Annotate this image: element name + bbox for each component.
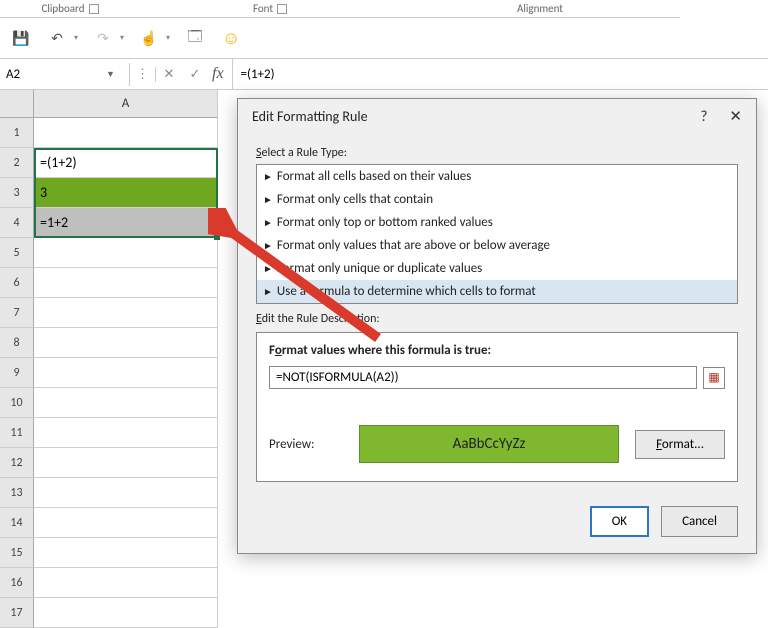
row-header[interactable]: 1 <box>0 118 34 148</box>
row-header[interactable]: 8 <box>0 328 34 358</box>
rule-type-list[interactable]: ►Format all cells based on their values … <box>256 164 738 304</box>
select-rule-type-label: Select a Rule Type: <box>256 146 738 160</box>
bullet-icon: ► <box>263 193 273 206</box>
bullet-icon: ► <box>263 239 273 252</box>
edit-formatting-rule-dialog: Edit Formatting Rule ? ✕ Select a Rule T… <box>237 98 757 554</box>
bullet-icon: ► <box>263 216 273 229</box>
cell-A13[interactable] <box>34 478 218 508</box>
formula-input[interactable] <box>269 366 697 389</box>
row-header[interactable]: 3 <box>0 178 34 208</box>
cell-A15[interactable] <box>34 538 218 568</box>
launcher-icon[interactable] <box>277 4 287 14</box>
cell-A8[interactable] <box>34 328 218 358</box>
column-header-A[interactable]: A <box>34 90 218 118</box>
rule-type-item[interactable]: ► Format only top or bottom ranked values <box>257 211 737 234</box>
cell-A4[interactable]: =1+2 <box>34 208 218 238</box>
rule-description-box: Format values where this formula is true… <box>256 332 738 482</box>
fx-separator: ⋮ <box>130 67 156 82</box>
cell-A12[interactable] <box>34 448 218 478</box>
row-header[interactable]: 15 <box>0 538 34 568</box>
rule-type-label: Format only values that are above or bel… <box>277 238 550 253</box>
launcher-icon[interactable] <box>89 4 99 14</box>
enter-check-icon[interactable]: ✓ <box>182 67 208 82</box>
fx-label-icon[interactable]: fx <box>208 59 233 89</box>
rule-type-label: Format only top or bottom ranked values <box>277 215 493 230</box>
range-picker-icon[interactable]: ▦ <box>703 367 725 389</box>
touch-mode-icon[interactable]: ☝ <box>138 27 160 49</box>
rule-type-label: Use a formula to determine which cells t… <box>277 284 536 299</box>
feedback-smiley-icon[interactable]: ☺ <box>220 27 242 49</box>
group-font: Font <box>253 2 273 15</box>
bullet-icon: ► <box>263 285 273 298</box>
row-header[interactable]: 11 <box>0 418 34 448</box>
row-header[interactable]: 13 <box>0 478 34 508</box>
bullet-icon: ► <box>263 170 273 183</box>
row-header[interactable]: 10 <box>0 388 34 418</box>
cancel-button[interactable]: Cancel <box>661 506 738 537</box>
calendar-icon[interactable]: 🗔 <box>184 27 206 49</box>
cell-A2[interactable]: =(1+2) <box>34 148 218 178</box>
row-header[interactable]: 2 <box>0 148 34 178</box>
row-header[interactable]: 6 <box>0 268 34 298</box>
cancel-x-icon[interactable]: ✕ <box>156 67 182 82</box>
row-header[interactable]: 14 <box>0 508 34 538</box>
row-header[interactable]: 17 <box>0 598 34 628</box>
format-button[interactable]: Format... <box>635 430 725 459</box>
select-all-corner[interactable] <box>0 90 34 118</box>
name-box[interactable]: ▼ <box>0 63 130 86</box>
cell-A6[interactable] <box>34 268 218 298</box>
help-icon[interactable]: ? <box>700 108 707 126</box>
save-icon[interactable]: 💾 <box>10 27 32 49</box>
formula-bar-input[interactable] <box>233 63 768 86</box>
group-clipboard: Clipboard <box>41 2 84 15</box>
cell-A16[interactable] <box>34 568 218 598</box>
namebox-dropdown-icon[interactable]: ▼ <box>100 69 121 80</box>
cell-A10[interactable] <box>34 388 218 418</box>
bullet-icon: ► <box>263 262 273 275</box>
name-box-input[interactable] <box>0 63 100 86</box>
rule-type-item[interactable]: ► Format only unique or duplicate values <box>257 257 737 280</box>
cell-A5[interactable] <box>34 238 218 268</box>
formula-bar-row: ▼ ⋮ ✕ ✓ fx <box>0 58 768 90</box>
cell-A17[interactable] <box>34 598 218 628</box>
row-header[interactable]: 9 <box>0 358 34 388</box>
row-header[interactable]: 7 <box>0 298 34 328</box>
formula-criteria-title: Format values where this formula is true… <box>269 343 725 358</box>
undo-split-icon[interactable]: ▾ <box>74 33 78 43</box>
quick-access-toolbar: 💾 ↶ ▾ ↷ ▾ ☝ ▾ 🗔 ☺ <box>0 18 768 58</box>
preview-swatch: AaBbCcYyZz <box>359 425 619 463</box>
row-header[interactable]: 16 <box>0 568 34 598</box>
edit-rule-description-label: Edit the Rule Description: <box>256 312 738 326</box>
rule-type-item[interactable]: ► Format all cells based on their values <box>257 165 737 188</box>
group-alignment: Alignment <box>517 2 563 15</box>
undo-icon[interactable]: ↶ <box>46 27 68 49</box>
cell-A9[interactable] <box>34 358 218 388</box>
touch-split-icon[interactable]: ▾ <box>166 33 170 43</box>
rule-type-item[interactable]: ► Format only values that are above or be… <box>257 234 737 257</box>
redo-split-icon: ▾ <box>120 33 124 43</box>
rule-type-item[interactable]: ► Format only cells that contain <box>257 188 737 211</box>
preview-label: Preview: <box>269 437 343 452</box>
rule-type-label: Format only cells that contain <box>277 192 433 207</box>
cell-A3[interactable]: 3 <box>34 178 218 208</box>
rule-type-item[interactable]: ► Use a formula to determine which cells … <box>257 280 737 303</box>
dialog-title: Edit Formatting Rule <box>252 108 368 125</box>
cell-A14[interactable] <box>34 508 218 538</box>
ok-button[interactable]: OK <box>590 506 649 537</box>
redo-icon: ↷ <box>92 27 114 49</box>
row-header[interactable]: 5 <box>0 238 34 268</box>
row-header[interactable]: 12 <box>0 448 34 478</box>
rule-type-label: Format all cells based on their values <box>277 169 471 184</box>
close-icon[interactable]: ✕ <box>729 107 742 126</box>
cell-A11[interactable] <box>34 418 218 448</box>
ribbon-group-labels: Clipboard Font Alignment <box>0 0 768 18</box>
rule-type-label: Format only unique or duplicate values <box>277 261 482 276</box>
fill-handle[interactable] <box>214 234 220 240</box>
row-header[interactable]: 4 <box>0 208 34 238</box>
cell-A1[interactable] <box>34 118 218 148</box>
cell-A7[interactable] <box>34 298 218 328</box>
